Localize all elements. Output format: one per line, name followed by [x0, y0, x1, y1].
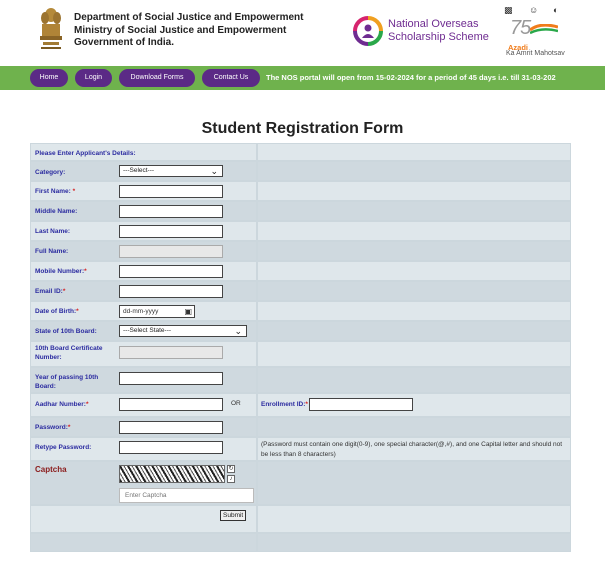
chevron-down-icon: ⌄: [210, 166, 218, 176]
password-hint: (Password must contain one digit(0-9), o…: [261, 441, 563, 458]
nav-download-forms-button[interactable]: Download Forms: [119, 69, 195, 87]
calendar-icon[interactable]: ▣: [184, 306, 192, 317]
full-name-label: Full Name:: [35, 248, 69, 255]
email-label: Email ID:*: [35, 288, 66, 295]
dob-placeholder: dd-mm-yyyy: [123, 308, 159, 315]
submit-button[interactable]: Submit: [220, 510, 247, 521]
state-select[interactable]: ---Select State--- ⌄: [119, 325, 247, 337]
state-selected-value: ---Select State---: [123, 327, 172, 334]
scheme-line-2: Scholarship Scheme: [388, 30, 489, 43]
form-row-full-name: Full Name:: [30, 241, 571, 261]
department-line-2: Ministry of Social Justice and Empowerme…: [74, 24, 287, 36]
enrollment-id-label: Enrollment ID:*: [261, 401, 308, 408]
nav-contact-us-button[interactable]: Contact Us: [202, 69, 260, 87]
national-emblem-icon: [40, 8, 62, 49]
form-row-year-passing: Year of passing 10th Board:: [30, 367, 571, 393]
scheme-line-1: National Overseas: [388, 18, 479, 30]
azadi-ka-amrit-mahotsav-logo: 75 Azadi Ka Amrit Mahotsav: [506, 17, 574, 59]
refresh-captcha-icon[interactable]: ↻: [227, 465, 235, 473]
page-title: Student Registration Form: [201, 120, 404, 137]
captcha-input[interactable]: Enter Captcha: [119, 488, 254, 503]
form-row-captcha: Captcha ↻ ♪ Enter Captcha: [30, 461, 571, 505]
captcha-label: Captcha: [35, 465, 67, 474]
category-label: Category:: [35, 169, 66, 176]
dob-label: Date of Birth:*: [35, 308, 79, 315]
sitemap-icon[interactable]: ▩: [504, 4, 513, 16]
section-heading: Please Enter Applicant's Details:: [35, 150, 136, 157]
aadhar-number-input[interactable]: [119, 398, 223, 411]
nav-login-button[interactable]: Login: [75, 69, 112, 87]
azadi-75: 75: [510, 17, 531, 39]
audio-captcha-icon[interactable]: ♪: [227, 475, 235, 483]
contrast-icon[interactable]: ◐: [553, 4, 558, 16]
first-name-input[interactable]: [119, 185, 223, 198]
last-name-input[interactable]: [119, 225, 223, 238]
registration-form: Please Enter Applicant's Details: Catego…: [30, 143, 571, 552]
mobile-number-label: Mobile Number:*: [35, 268, 87, 275]
form-row-aadhar: Aadhar Number:* OR Enrollment ID:*: [30, 393, 571, 417]
form-row-middle-name: Middle Name:: [30, 201, 571, 221]
dob-input[interactable]: dd-mm-yyyy ▣: [119, 305, 195, 318]
mobile-number-input[interactable]: [119, 265, 223, 278]
announcement-marquee: The NOS portal will open from 15-02-2024…: [266, 73, 556, 82]
middle-name-label: Middle Name:: [35, 208, 78, 215]
chevron-down-icon: ⌄: [234, 326, 242, 336]
full-name-input: [119, 245, 223, 258]
form-row-state: State of 10th Board: ---Select State--- …: [30, 321, 571, 341]
page: Department of Social Justice and Empower…: [0, 0, 605, 574]
scheme-name: National Overseas Scholarship Scheme: [388, 18, 489, 43]
form-row-footer: [30, 533, 571, 552]
azadi-tagline: Ka Amrit Mahotsav: [506, 50, 565, 57]
form-row-first-name: First Name: *: [30, 181, 571, 201]
nav-home-button[interactable]: Home: [30, 69, 68, 87]
retype-password-input[interactable]: [119, 441, 223, 454]
or-text: OR: [231, 400, 241, 407]
year-passing-label: Year of passing 10th Board:: [35, 374, 99, 390]
department-line-1: Department of Social Justice and Empower…: [74, 12, 304, 23]
accessibility-icon[interactable]: ☺: [529, 4, 538, 16]
form-row-submit: Submit: [30, 505, 571, 533]
form-row-mobile: Mobile Number:*: [30, 261, 571, 281]
state-board-label: State of 10th Board:: [35, 328, 97, 335]
last-name-label: Last Name:: [35, 228, 71, 235]
email-input[interactable]: [119, 285, 223, 298]
certificate-number-input: [119, 346, 223, 359]
year-passing-input[interactable]: [119, 372, 223, 385]
main-nav: Home Login Download Forms Contact Us The…: [0, 66, 605, 90]
form-row-dob: Date of Birth:* dd-mm-yyyy ▣: [30, 301, 571, 321]
category-selected-value: ---Select---: [123, 167, 155, 174]
department-line-3: Government of India.: [74, 37, 175, 48]
password-input[interactable]: [119, 421, 223, 434]
flag-swoosh-icon: [530, 24, 558, 35]
form-row-retype-password: Retype Password: (Password must contain …: [30, 437, 571, 461]
site-header: Department of Social Justice and Empower…: [0, 0, 605, 64]
aadhar-number-label: Aadhar Number:*: [35, 401, 89, 408]
password-label: Password:*: [35, 424, 71, 431]
nos-logo-icon: [353, 16, 383, 46]
form-row-email: Email ID:*: [30, 281, 571, 301]
top-utility-icons: ▩ ☺ ◐: [500, 4, 570, 16]
form-row-password: Password:*: [30, 417, 571, 437]
form-row-certificate: 10th Board Certificate Number:: [30, 341, 571, 367]
form-row-category: Category: ---Select--- ⌄: [30, 161, 571, 181]
certificate-number-label: 10th Board Certificate Number:: [35, 345, 103, 361]
retype-password-label: Retype Password:: [35, 444, 92, 451]
form-row-heading: Please Enter Applicant's Details:: [30, 143, 571, 161]
middle-name-input[interactable]: [119, 205, 223, 218]
category-select[interactable]: ---Select--- ⌄: [119, 165, 223, 177]
department-name: Department of Social Justice and Empower…: [74, 12, 304, 50]
first-name-label: First Name: *: [35, 188, 76, 195]
captcha-image: [119, 465, 225, 483]
form-row-last-name: Last Name:: [30, 221, 571, 241]
enrollment-id-input[interactable]: [309, 398, 413, 411]
